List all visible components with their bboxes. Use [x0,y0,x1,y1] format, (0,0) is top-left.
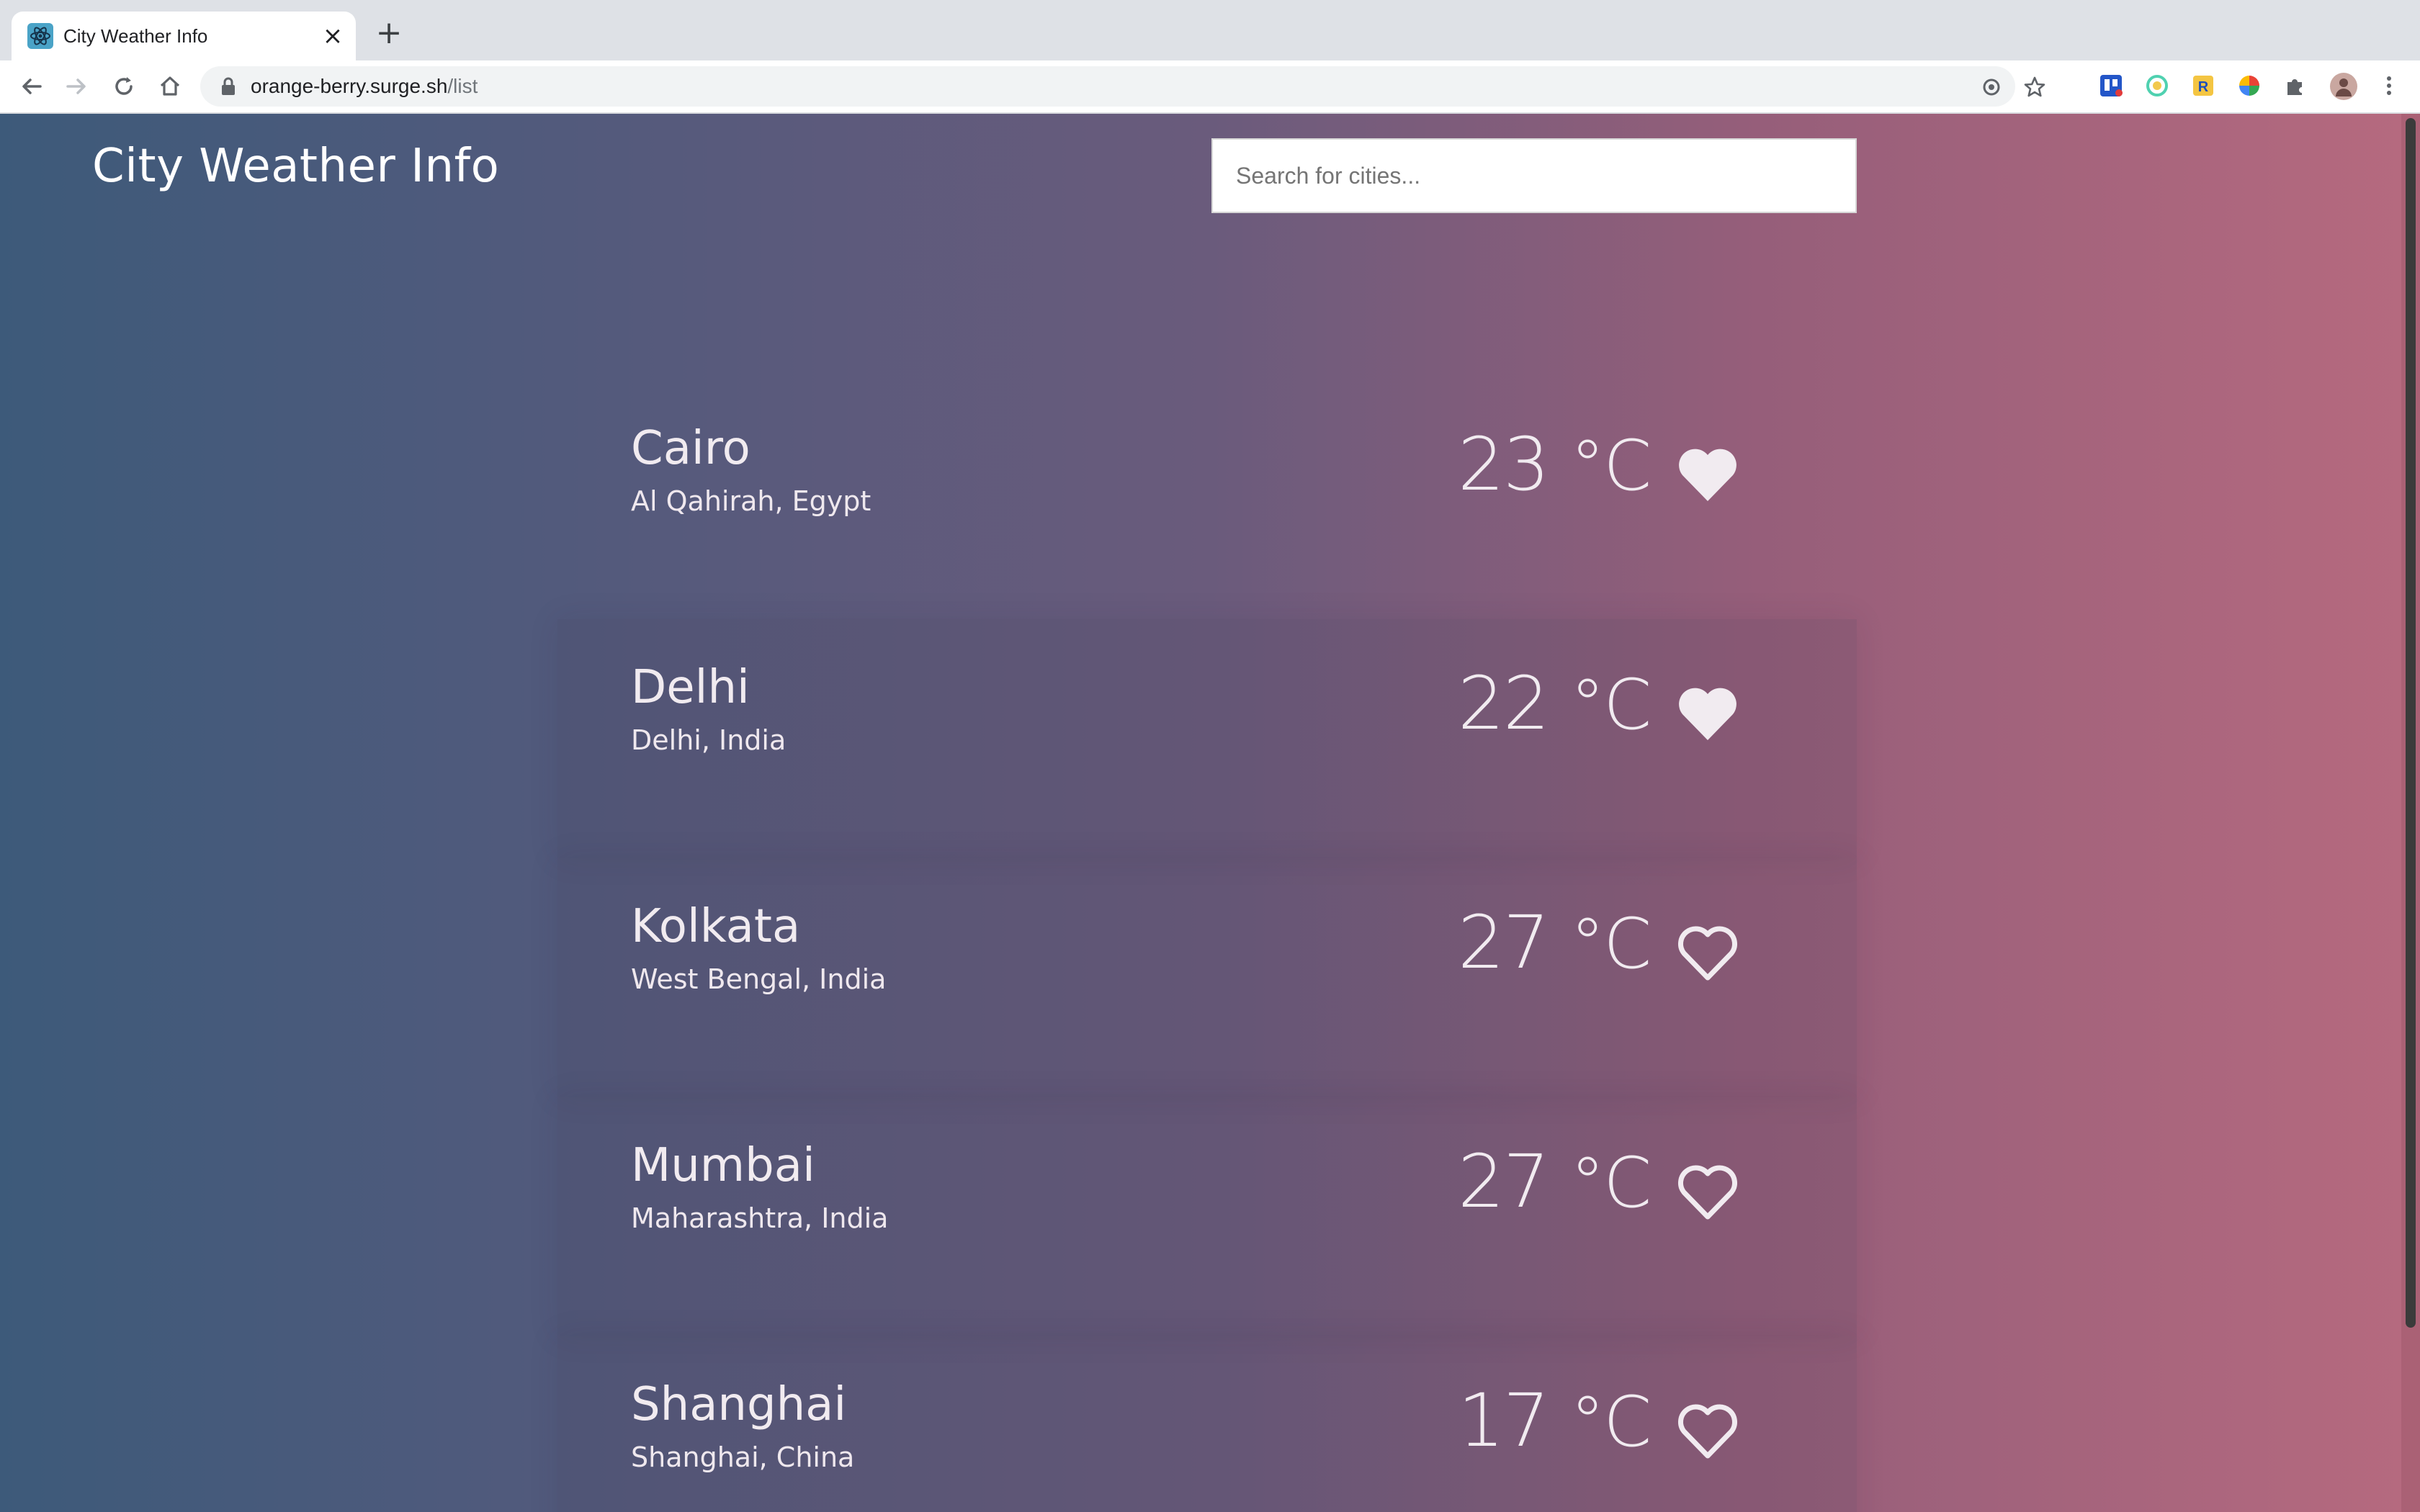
url-text: orange-berry.surge.sh/list [251,75,478,97]
city-temperature: 27 °C [1458,900,1652,986]
reload-icon[interactable] [108,71,140,102]
extension-trello-icon[interactable] [2099,73,2123,98]
heart-filled-icon[interactable] [1675,445,1740,505]
city-card[interactable]: Mumbai Maharashtra, India 27 °C [557,1097,1857,1336]
city-card[interactable]: Cairo Al Qahirah, Egypt 23 °C [557,380,1857,619]
heart-outline-icon[interactable] [1675,923,1740,984]
city-card[interactable]: Shanghai Shanghai, China 17 °C [557,1336,1857,1512]
location-target-icon[interactable] [1979,75,2004,99]
extension-r-icon[interactable]: R [2191,73,2215,98]
city-region: Shanghai, China [631,1441,855,1473]
scrollbar-thumb[interactable] [2406,118,2416,1328]
close-tab-icon[interactable]: × [321,24,344,48]
extension-circle-icon[interactable] [2145,73,2169,98]
heart-outline-icon[interactable] [1675,1401,1740,1462]
city-temperature: 27 °C [1458,1139,1652,1225]
home-icon[interactable] [154,71,186,102]
react-logo-icon [27,23,53,49]
city-name: Delhi [631,661,750,714]
extensions-puzzle-icon[interactable] [2283,73,2308,98]
browser-tab-strip: City Weather Info × + [0,0,2420,60]
city-card[interactable]: Delhi Delhi, India 22 °C [557,619,1857,858]
bookmark-star-icon[interactable] [2022,75,2047,99]
city-temperature: 22 °C [1458,661,1652,747]
city-temperature: 23 °C [1458,422,1652,508]
forward-arrow-icon[interactable] [60,71,92,102]
browser-menu-icon[interactable] [2377,73,2401,98]
city-region: Al Qahirah, Egypt [631,485,871,517]
heart-filled-icon[interactable] [1675,684,1740,744]
city-temperature: 17 °C [1458,1378,1652,1464]
profile-avatar-icon[interactable] [2329,72,2358,101]
city-region: West Bengal, India [631,963,887,995]
browser-tab[interactable]: City Weather Info × [12,12,356,60]
city-name: Kolkata [631,900,801,953]
weather-page: City Weather Info Cairo Al Qahirah, Egyp… [0,114,2420,1512]
lock-icon [222,77,235,95]
city-list: Cairo Al Qahirah, Egypt 23 °C Delhi Delh… [557,380,1857,1512]
city-card[interactable]: Kolkata West Bengal, India 27 °C [557,858,1857,1097]
city-region: Maharashtra, India [631,1202,889,1234]
heart-outline-icon[interactable] [1675,1162,1740,1223]
city-name: Cairo [631,422,750,475]
browser-toolbar: orange-berry.surge.sh/list R [0,60,2420,114]
city-region: Delhi, India [631,724,786,756]
page-title: City Weather Info [92,140,500,193]
city-search-input[interactable] [1211,138,1857,213]
extension-color-wheel-icon[interactable] [2237,73,2262,98]
new-tab-button[interactable]: + [373,17,405,50]
svg-text:R: R [2198,79,2209,95]
back-arrow-icon[interactable] [16,71,48,102]
page-scrollbar[interactable] [2401,114,2420,1512]
address-bar[interactable]: orange-berry.surge.sh/list [200,66,2045,107]
city-name: Mumbai [631,1139,815,1192]
city-name: Shanghai [631,1378,847,1431]
tab-title: City Weather Info [63,25,208,47]
